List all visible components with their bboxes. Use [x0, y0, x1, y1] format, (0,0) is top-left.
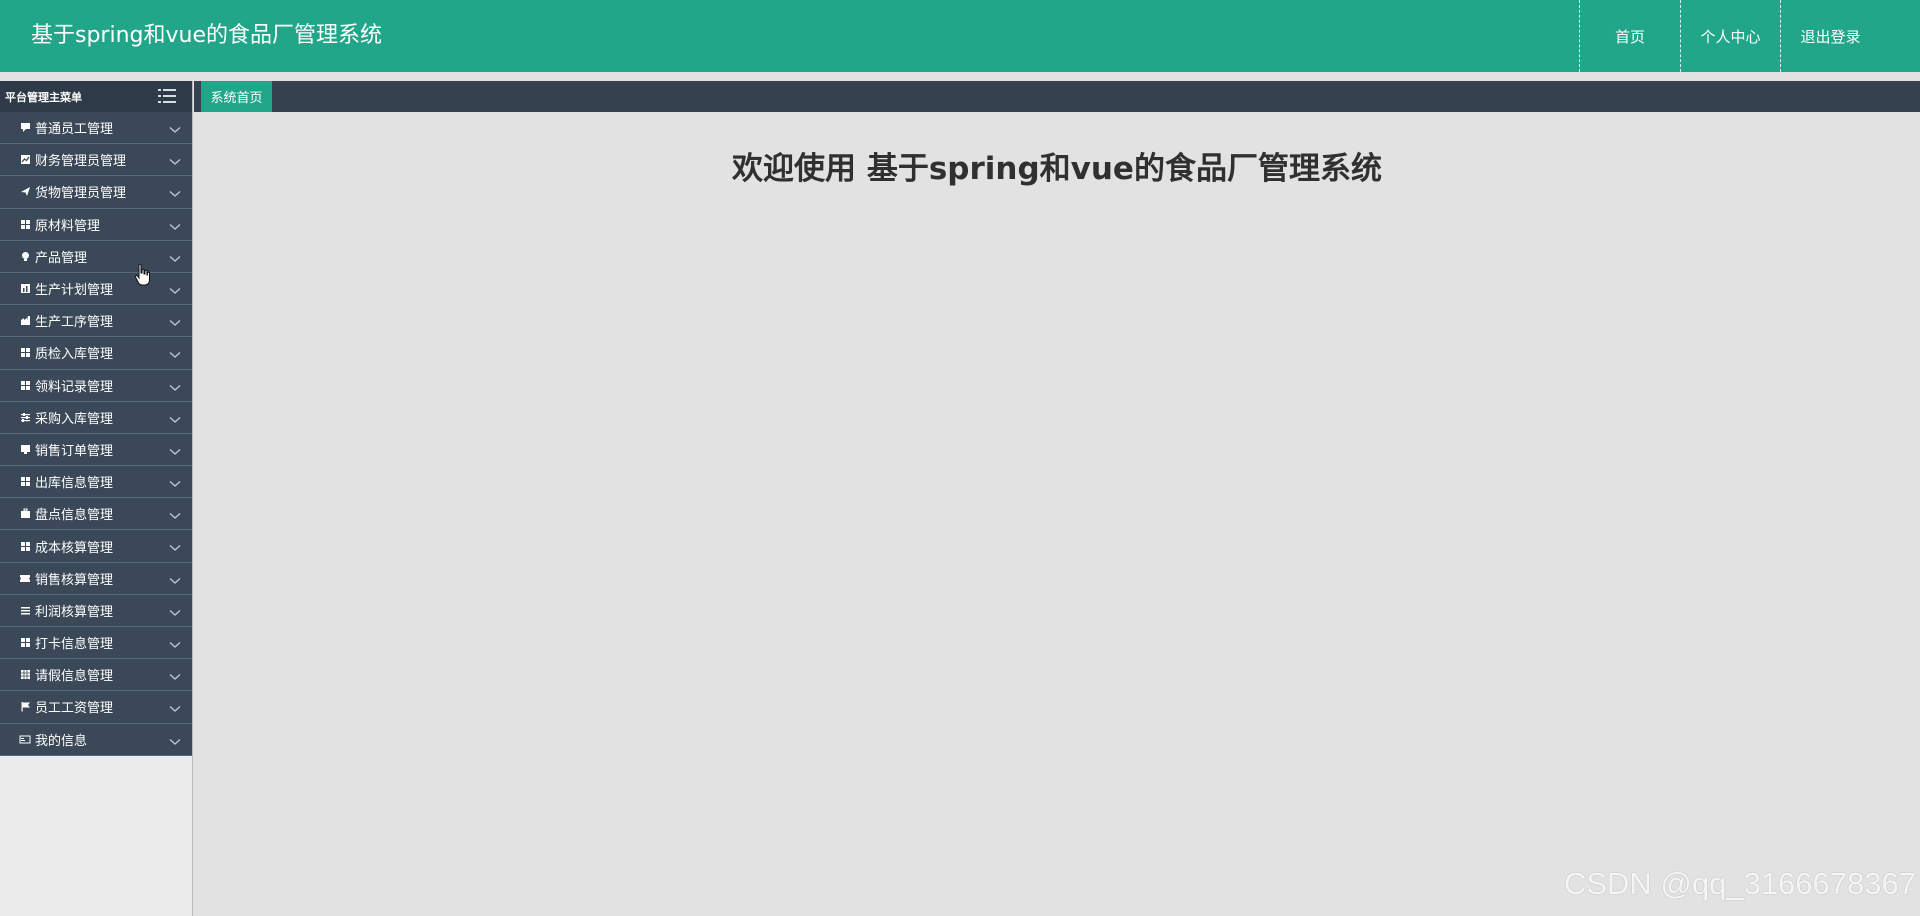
nav-logout-link[interactable]: 退出登录 [1780, 0, 1920, 72]
sidebar-item[interactable]: 领料记录管理 [0, 369, 192, 402]
sidebar-item[interactable]: 利润核算管理 [0, 594, 192, 627]
grid-icon [19, 540, 31, 552]
sidebar-item-label: 利润核算管理 [35, 604, 114, 620]
header-gap [0, 72, 1920, 81]
table-icon [19, 669, 31, 681]
chevron-down-icon[interactable] [169, 445, 181, 455]
sidebar-item[interactable]: 生产工序管理 [0, 305, 192, 338]
chevron-down-icon[interactable] [169, 670, 181, 681]
list-icon [19, 604, 31, 616]
sidebar-item-label: 请假信息管理 [35, 669, 114, 685]
sidebar-item[interactable]: 原材料管理 [0, 208, 192, 241]
chart-icon [19, 154, 31, 166]
sidebar-item[interactable]: 销售核算管理 [0, 562, 192, 595]
hand-cursor-icon [134, 263, 150, 286]
sidebar-title: 平台管理主菜单 [5, 90, 82, 104]
sidebar-item[interactable]: 我的信息 [0, 723, 192, 756]
app-title: 基于spring和vue的食品厂管理系统 [31, 23, 382, 48]
chevron-down-icon[interactable] [169, 220, 181, 230]
chevron-down-icon[interactable] [169, 477, 181, 487]
sidebar-item[interactable]: 盘点信息管理 [0, 498, 192, 531]
flag-icon [19, 701, 31, 713]
sidebar-item[interactable]: 出库信息管理 [0, 466, 192, 499]
sidebar-item-label: 采购入库管理 [35, 411, 114, 427]
top-header: 基于spring和vue的食品厂管理系统 首页 个人中心 退出登录 [0, 0, 1920, 72]
chevron-down-icon[interactable] [169, 187, 181, 198]
sidebar-item-label: 财务管理员管理 [35, 154, 127, 170]
sidebar-item-label: 员工工资管理 [35, 701, 114, 717]
sidebar-item[interactable]: 普通员工管理 [0, 112, 192, 145]
grid-icon [19, 476, 31, 488]
sidebar-item[interactable]: 产品管理 [0, 240, 192, 273]
sidebar-item[interactable]: 请假信息管理 [0, 659, 192, 692]
chevron-down-icon[interactable] [169, 509, 181, 520]
chevron-down-icon[interactable] [169, 381, 181, 391]
sidebar-menu: 普通员工管理 财务管理员管理 货物管理员管理 原材料管理产品管理生产计划管理 生产工序管… [0, 112, 192, 756]
sidebar-item-label: 产品管理 [35, 250, 88, 266]
send-icon [19, 186, 31, 198]
sidebar-item-label: 出库信息管理 [35, 476, 114, 492]
chevron-down-icon[interactable] [169, 284, 181, 294]
nav-home-link[interactable]: 首页 [1579, 0, 1680, 72]
chevron-down-icon[interactable] [169, 541, 181, 552]
nav-profile-link[interactable]: 个人中心 [1680, 0, 1780, 72]
chevron-down-icon[interactable] [169, 123, 181, 133]
top-nav: 首页 个人中心 退出登录 [1579, 0, 1920, 72]
chevron-down-icon[interactable] [169, 155, 181, 166]
sidebar-item-label: 打卡信息管理 [35, 637, 114, 653]
sidebar-item[interactable]: 成本核算管理 [0, 530, 192, 563]
ticket-icon [19, 572, 31, 584]
sidebar-item[interactable]: 质检入库管理 [0, 337, 192, 370]
sidebar-header: 平台管理主菜单 [0, 81, 192, 112]
sidebar-item[interactable]: 打卡信息管理 [0, 627, 192, 660]
sidebar-item-label: 销售订单管理 [35, 443, 114, 459]
sidebar-item-label: 质检入库管理 [35, 347, 114, 363]
sidebar-item-label: 成本核算管理 [35, 540, 114, 556]
grid-icon [19, 218, 31, 230]
menu-toggle-icon[interactable] [158, 89, 176, 103]
sidebar-item-label: 货物管理员管理 [35, 186, 127, 202]
sidebar-item-label: 领料记录管理 [35, 379, 114, 395]
id-card-icon [19, 733, 31, 745]
sidebar-item-label: 原材料管理 [35, 218, 101, 234]
sidebar-item-label: 普通员工管理 [35, 122, 114, 138]
sidebar-item[interactable]: 财务管理员管理 [0, 144, 192, 177]
bar-chart-icon [19, 283, 31, 295]
tab-system-home[interactable]: 系统首页 [201, 81, 272, 112]
sidebar: 平台管理主菜单 普通员工管理 财务管理员管理 货物管理员管理 原材料管理产品管理生产计… [0, 81, 193, 916]
chevron-down-icon[interactable] [169, 348, 181, 359]
welcome-heading: 欢迎使用 基于spring和vue的食品厂管理系统 [732, 151, 1382, 187]
bulb-icon [19, 250, 31, 262]
grid-icon [19, 347, 31, 359]
briefcase-icon [19, 508, 31, 520]
grid-icon [19, 637, 31, 649]
chevron-down-icon[interactable] [169, 413, 181, 423]
sidebar-item[interactable]: 货物管理员管理 [0, 176, 192, 209]
sidebar-item[interactable]: 采购入库管理 [0, 401, 192, 434]
factory-icon [19, 315, 31, 327]
sidebar-item-label: 我的信息 [35, 733, 88, 749]
chevron-down-icon[interactable] [169, 638, 181, 648]
tab-bar: 系统首页 [194, 81, 1920, 112]
grid-icon [19, 379, 31, 391]
monitor-icon [19, 443, 31, 455]
comment-icon [19, 122, 31, 134]
sidebar-item[interactable]: 销售订单管理 [0, 433, 192, 467]
sidebar-item-label: 销售核算管理 [35, 572, 114, 588]
chevron-down-icon[interactable] [169, 606, 181, 616]
sidebar-item[interactable]: 生产计划管理 [0, 272, 192, 306]
sidebar-item[interactable]: 员工工资管理 [0, 691, 192, 724]
sidebar-item-label: 生产工序管理 [35, 315, 114, 331]
chevron-down-icon[interactable] [169, 735, 181, 745]
chevron-down-icon[interactable] [169, 316, 181, 326]
chevron-down-icon[interactable] [169, 702, 181, 713]
csdn-watermark: CSDN @qq_3166678367 [1563, 866, 1916, 901]
sidebar-item-label: 盘点信息管理 [35, 508, 114, 524]
sidebar-item-label: 生产计划管理 [35, 283, 114, 299]
chevron-down-icon[interactable] [169, 574, 181, 584]
chevron-down-icon[interactable] [169, 252, 181, 262]
sliders-icon [19, 411, 31, 423]
